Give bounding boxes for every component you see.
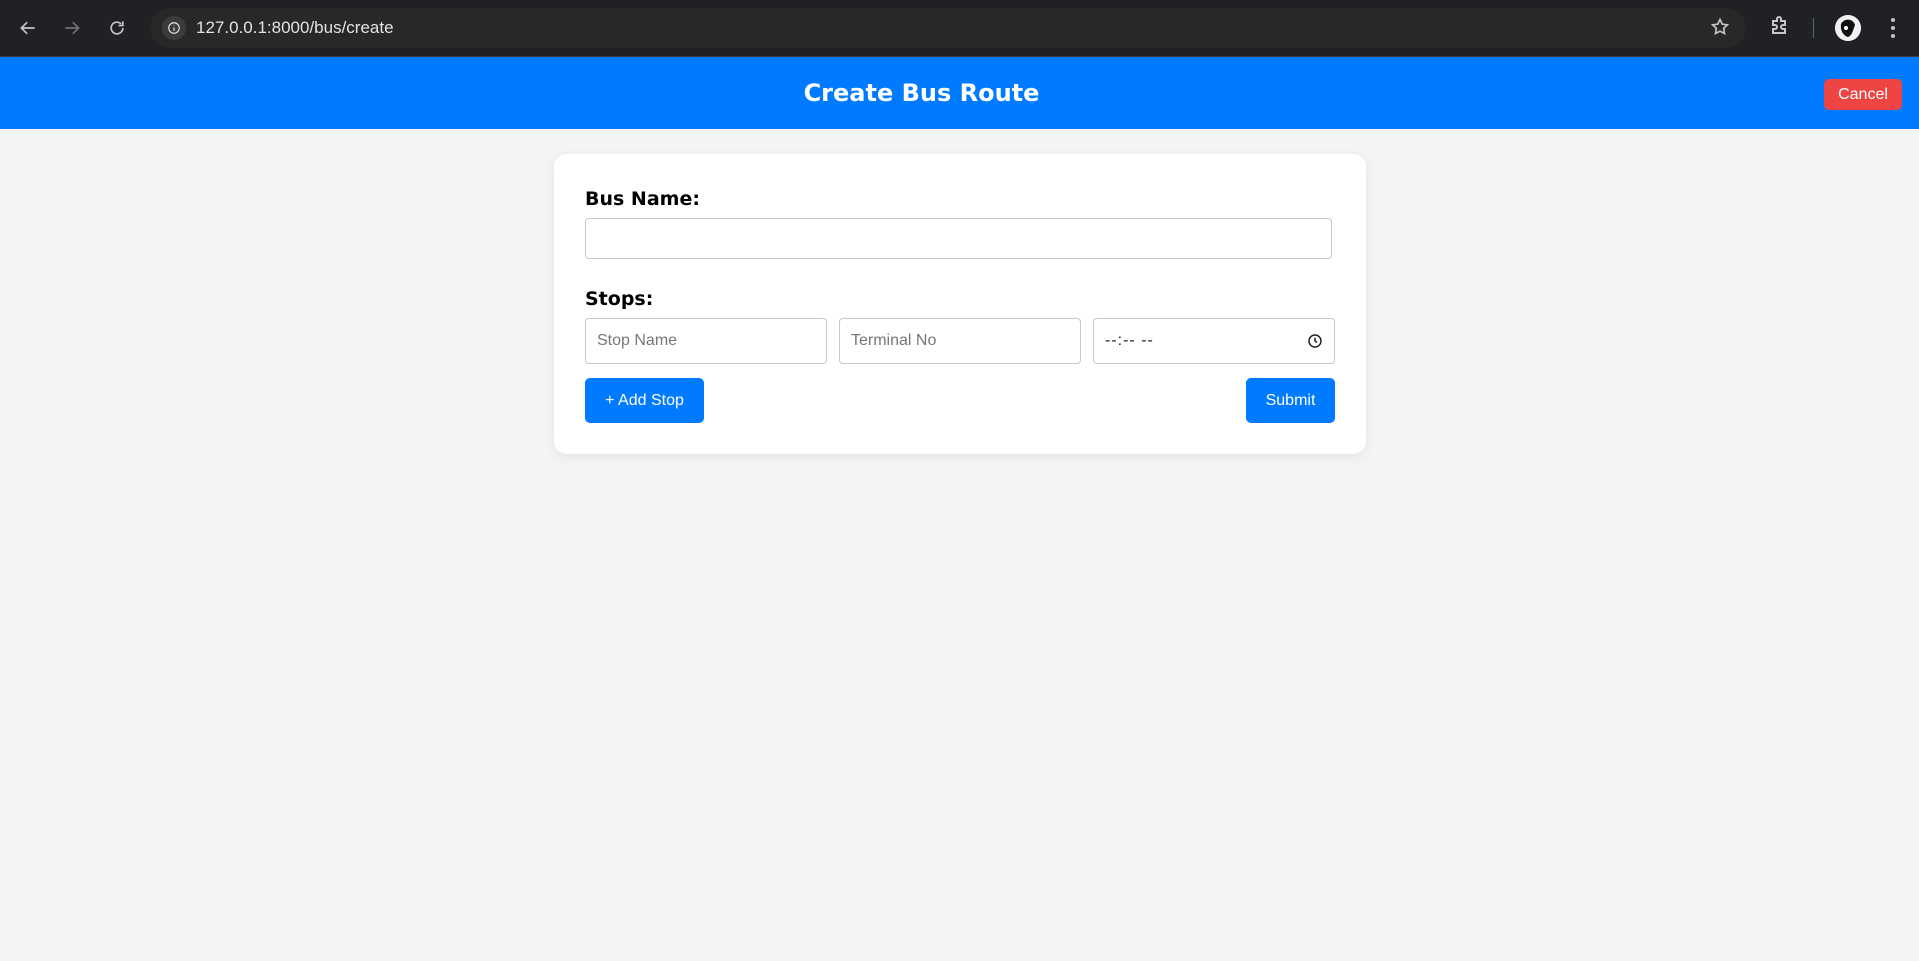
star-icon[interactable] [1710, 17, 1730, 42]
arrow-right-icon [65, 21, 80, 35]
stops-label: Stops: [585, 288, 654, 310]
stop-time-input[interactable]: --:-- -- [1093, 318, 1335, 364]
page-title: Create Bus Route [803, 79, 1040, 107]
reload-icon [110, 21, 124, 35]
back-button[interactable] [12, 12, 44, 44]
submit-button[interactable]: Submit [1246, 378, 1335, 423]
clock-icon[interactable] [1307, 333, 1323, 349]
bus-route-form: Bus Name: Stops: Stop Name Terminal No -… [554, 154, 1366, 454]
forward-button[interactable] [56, 12, 88, 44]
bus-name-label: Bus Name: [585, 188, 700, 210]
add-stop-button[interactable]: + Add Stop [585, 378, 704, 423]
address-bar[interactable]: 127.0.0.1:8000/bus/create [150, 8, 1746, 48]
puzzle-icon[interactable] [1768, 13, 1792, 42]
time-value: --:-- -- [1105, 332, 1154, 349]
page-header: Create Bus Route [0, 57, 1919, 129]
kebab-menu-icon[interactable] [1881, 14, 1905, 47]
browser-toolbar: 127.0.0.1:8000/bus/create [0, 0, 1919, 57]
info-icon[interactable] [162, 16, 186, 40]
bus-name-input[interactable] [585, 218, 1332, 259]
reload-button[interactable] [101, 12, 133, 44]
stop-name-input[interactable]: Stop Name [585, 318, 827, 364]
terminal-no-input[interactable]: Terminal No [839, 318, 1081, 364]
profile-avatar[interactable] [1835, 15, 1861, 41]
arrow-left-icon [20, 21, 35, 35]
url-text[interactable]: 127.0.0.1:8000/bus/create [196, 18, 394, 38]
toolbar-divider [1813, 18, 1814, 38]
cancel-button[interactable]: Cancel [1824, 79, 1902, 110]
